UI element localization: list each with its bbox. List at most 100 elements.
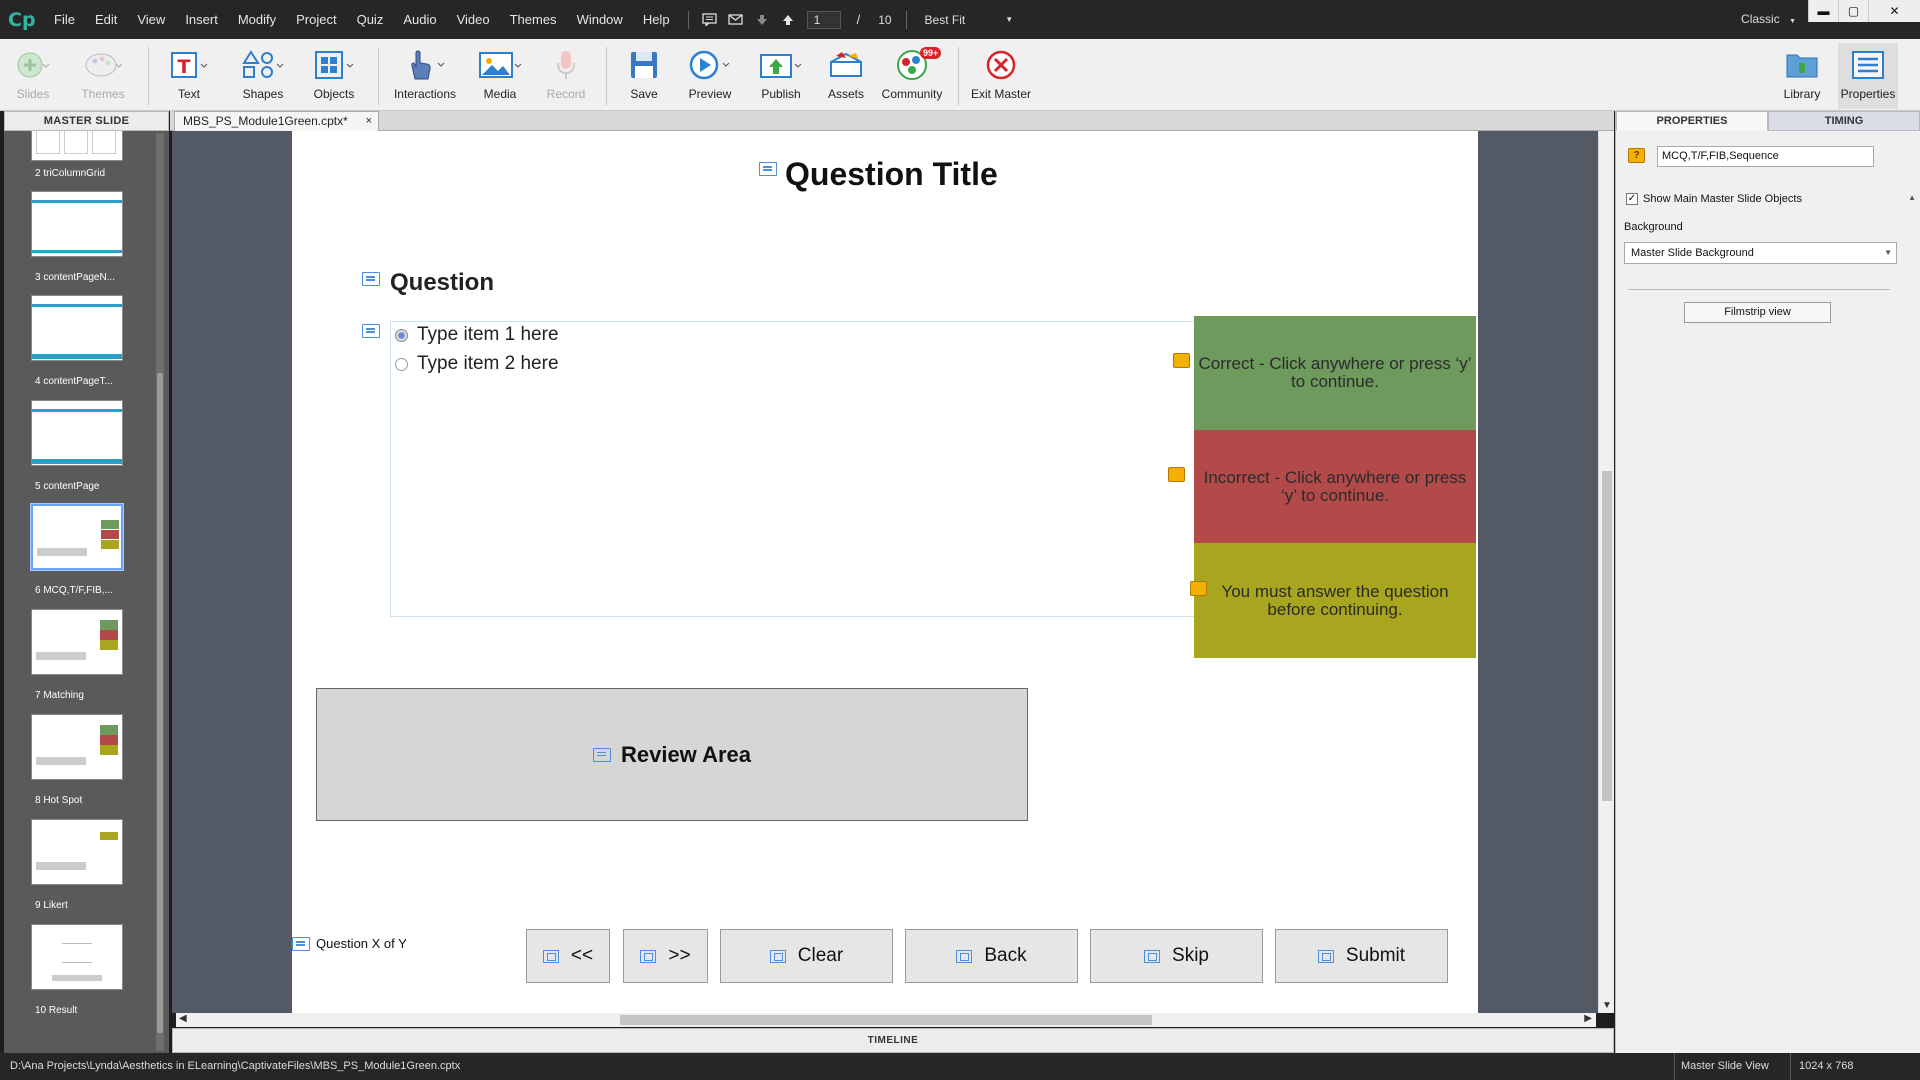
timeline-panel-toggle[interactable]: TIMELINE — [172, 1028, 1614, 1053]
objects-button[interactable]: Objects — [308, 43, 360, 109]
view-mode: Master Slide View — [1674, 1053, 1769, 1080]
save-icon — [629, 43, 659, 87]
review-area[interactable]: Review Area — [316, 688, 1028, 821]
menu-audio[interactable]: Audio — [393, 0, 446, 39]
master-thumb-9[interactable] — [31, 819, 123, 885]
master-slide-panel: MASTER SLIDE 2 triColumnGrid 3 contentPa… — [4, 111, 169, 1053]
stage-horizontal-scrollbar[interactable]: ◀ ▶ — [176, 1013, 1596, 1027]
scrollbar-thumb[interactable] — [157, 373, 163, 1033]
slides-button[interactable]: Slides — [12, 43, 54, 109]
master-thumb-4[interactable] — [31, 295, 123, 361]
menu-themes[interactable]: Themes — [500, 0, 567, 39]
button-placeholder-icon — [956, 949, 973, 963]
scrollbar-thumb[interactable] — [1602, 471, 1612, 801]
library-button[interactable]: Library — [1782, 43, 1822, 109]
zoom-value: Best Fit — [924, 12, 966, 27]
clear-button[interactable]: Clear — [720, 929, 893, 983]
menu-help[interactable]: Help — [633, 0, 680, 39]
tab-timing[interactable]: TIMING — [1768, 111, 1920, 131]
text-button[interactable]: T Text — [166, 43, 212, 109]
themes-button[interactable]: Themes — [78, 43, 128, 109]
prev-button[interactable]: << — [526, 929, 610, 983]
chevron-up-icon[interactable]: ▲ — [1908, 193, 1916, 202]
menu-insert[interactable]: Insert — [175, 0, 228, 39]
slides-icon — [16, 43, 50, 87]
preview-button[interactable]: Preview — [686, 43, 734, 109]
incorrect-feedback-caption[interactable]: Incorrect - Click anywhere or press ‘y’ … — [1194, 430, 1476, 543]
slide-number-input[interactable]: 1 — [806, 10, 841, 29]
menu-video[interactable]: Video — [447, 0, 500, 39]
save-button[interactable]: Save — [626, 43, 662, 109]
radio-selected-icon[interactable] — [395, 328, 408, 342]
master-slide-name-input[interactable]: MCQ,T/F,FIB,Sequence — [1657, 146, 1874, 167]
skip-button[interactable]: Skip — [1090, 929, 1263, 983]
filmstrip-view-button[interactable]: Filmstrip view — [1684, 302, 1831, 323]
close-tab-icon[interactable]: × — [366, 112, 372, 131]
background-select[interactable]: Master Slide Background ▼ — [1624, 242, 1897, 264]
shapes-button[interactable]: Shapes — [238, 43, 288, 109]
question-title[interactable]: Question Title — [785, 156, 998, 193]
stage-vertical-scrollbar[interactable]: ▼ — [1598, 131, 1614, 1013]
master-thumb-2[interactable] — [31, 131, 123, 161]
answer-area[interactable]: Type item 1 here Type item 2 here — [390, 321, 1235, 617]
question-text[interactable]: Question — [390, 269, 494, 297]
back-button[interactable]: Back — [905, 929, 1078, 983]
scroll-down-icon[interactable]: ▼ — [1602, 1000, 1612, 1011]
menu-modify[interactable]: Modify — [228, 0, 286, 39]
menu-quiz[interactable]: Quiz — [347, 0, 394, 39]
record-button[interactable]: Record — [546, 43, 586, 109]
tab-properties[interactable]: PROPERTIES — [1616, 111, 1768, 131]
menu-project[interactable]: Project — [286, 0, 346, 39]
master-thumb-5[interactable] — [31, 400, 123, 466]
close-button[interactable]: ✕ — [1868, 0, 1920, 22]
answer-option-2[interactable]: Type item 2 here — [395, 353, 559, 375]
document-tab[interactable]: MBS_PS_Module1Green.cptx* × — [174, 111, 379, 131]
workspace-switcher[interactable]: Classic ▼ — [1741, 0, 1796, 39]
scroll-right-icon[interactable]: ▶ — [1584, 1013, 1592, 1024]
scroll-left-icon[interactable]: ◀ — [179, 1013, 187, 1024]
publish-icon — [759, 43, 803, 87]
mail-icon[interactable] — [723, 0, 749, 39]
master-thumb-6-selected[interactable] — [30, 503, 124, 571]
radio-icon[interactable] — [395, 357, 408, 371]
checkbox-checked-icon[interactable]: ✓ — [1626, 193, 1638, 205]
menu-edit[interactable]: Edit — [85, 0, 127, 39]
properties-button[interactable]: Properties — [1838, 43, 1898, 109]
thumb-label: 9 Likert — [35, 900, 68, 911]
publish-button[interactable]: Publish — [756, 43, 806, 109]
show-main-master-objects[interactable]: ✓ Show Main Master Slide Objects — [1626, 193, 1802, 205]
project-size: 1024 x 768 — [1790, 1053, 1853, 1080]
scrollbar-thumb[interactable] — [620, 1015, 1152, 1025]
incomplete-feedback-caption[interactable]: You must answer the question before cont… — [1194, 543, 1476, 658]
submit-button[interactable]: Submit — [1275, 929, 1448, 983]
menu-view[interactable]: View — [127, 0, 175, 39]
minimize-button[interactable]: ▬ — [1808, 0, 1838, 22]
correct-feedback-text: Correct - Click anywhere or press ‘y’ to… — [1198, 354, 1472, 391]
menu-separator — [905, 10, 907, 29]
comment-icon[interactable] — [697, 0, 723, 39]
arrow-up-icon[interactable] — [775, 0, 801, 39]
exit-master-button[interactable]: Exit Master — [970, 43, 1032, 109]
show-main-master-objects-label: Show Main Master Slide Objects — [1643, 193, 1802, 205]
community-button[interactable]: 99+ Community — [882, 43, 942, 109]
master-thumb-3[interactable] — [31, 191, 123, 257]
maximize-button[interactable]: ▢ — [1838, 0, 1868, 22]
filmstrip-scrollbar[interactable] — [156, 133, 164, 1051]
answer-option-1[interactable]: Type item 1 here — [395, 324, 559, 346]
slide-canvas[interactable]: Question Title Question Type item 1 here… — [292, 131, 1478, 1013]
zoom-select[interactable]: Best Fit ▼ — [925, 13, 1014, 27]
interactions-button[interactable]: Interactions — [392, 43, 458, 109]
assets-button[interactable]: Assets — [826, 43, 866, 109]
arrow-down-icon[interactable] — [749, 0, 775, 39]
back-label: Back — [984, 945, 1027, 966]
next-button[interactable]: >> — [623, 929, 708, 983]
menu-window[interactable]: Window — [567, 0, 633, 39]
master-thumb-8[interactable] — [31, 714, 123, 780]
master-thumb-7[interactable] — [31, 609, 123, 675]
master-thumb-10[interactable] — [31, 924, 123, 990]
menu-file[interactable]: File — [44, 0, 85, 39]
toolbar-separator — [148, 47, 149, 105]
question-progress[interactable]: Question X of Y — [316, 936, 407, 951]
correct-feedback-caption[interactable]: Correct - Click anywhere or press ‘y’ to… — [1194, 316, 1476, 430]
media-button[interactable]: Media — [476, 43, 524, 109]
